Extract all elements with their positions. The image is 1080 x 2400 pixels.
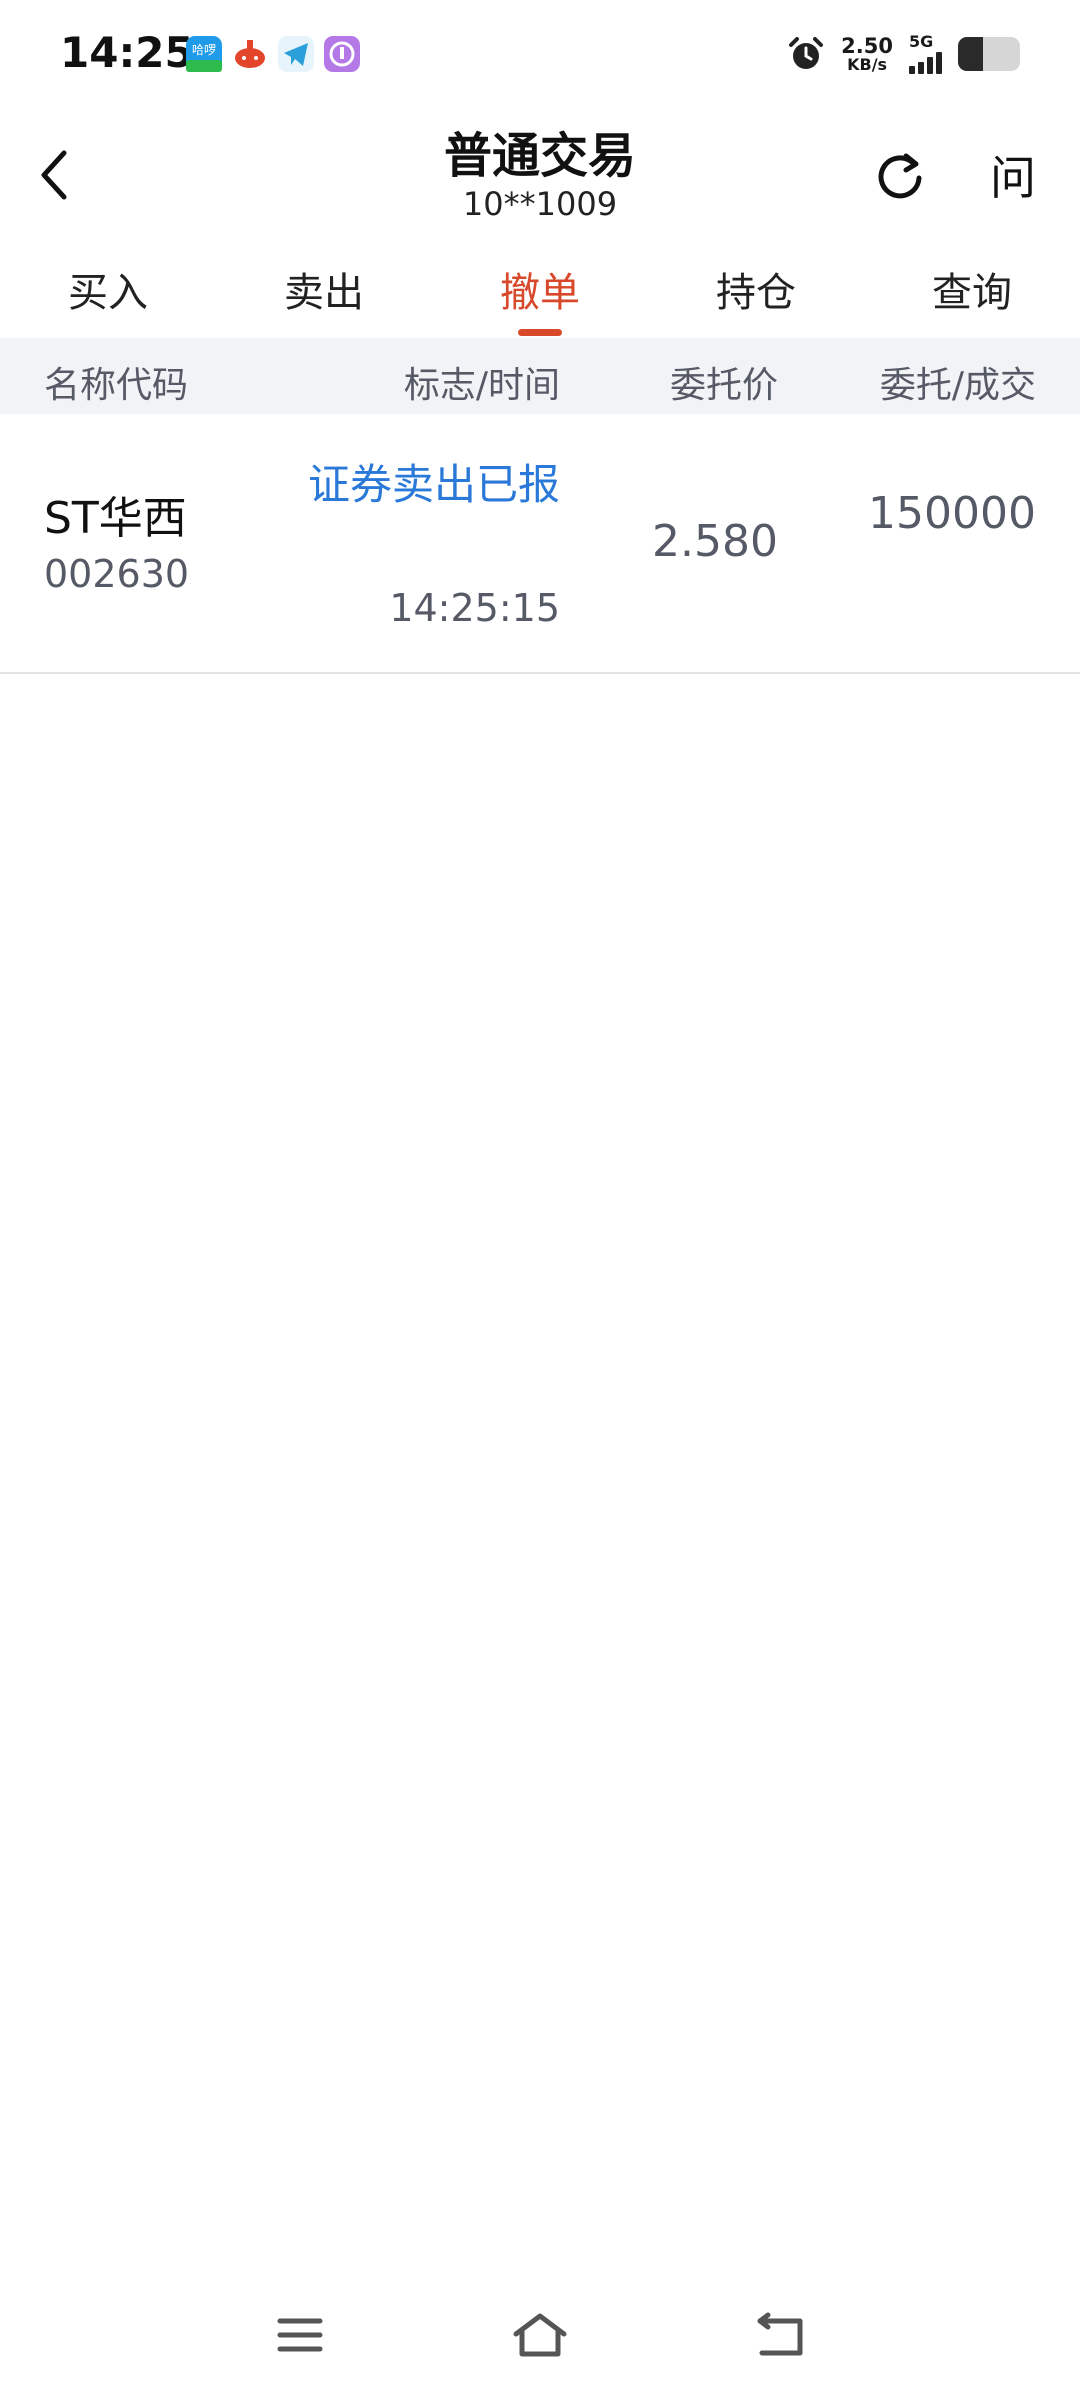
system-nav-bar <box>0 2280 1080 2400</box>
stock-name: ST华西 <box>44 493 187 544</box>
signal-bars-icon <box>909 50 942 74</box>
net-speed-unit: KB/s <box>847 54 888 74</box>
status-time: 14:25 <box>60 28 194 77</box>
alarm-icon <box>789 37 824 69</box>
network-type: 5G <box>909 32 934 51</box>
table-row[interactable]: ST华西 002630 证券卖出已报 14:25:15 2.580 150000 <box>0 414 1080 674</box>
table-header: 名称代码 标志/时间 委托价 委托/成交 <box>0 338 1080 414</box>
tab-buy[interactable]: 买入 <box>0 250 216 336</box>
red-app-icon <box>232 36 268 72</box>
notification-icons: 哈啰 <box>186 36 360 72</box>
telegram-icon <box>278 36 314 72</box>
header: 普通交易 10**1009 问 <box>0 110 1080 240</box>
order-qty: 150000 <box>868 488 1036 539</box>
menu-button[interactable] <box>260 2300 340 2370</box>
system-icons: 2.50 KB/s 5G <box>787 34 1020 74</box>
ask-button[interactable]: 问 <box>990 142 1036 208</box>
refresh-icon <box>878 153 922 199</box>
menu-icon <box>277 2318 323 2352</box>
battery-level <box>958 37 983 71</box>
tab-sell[interactable]: 卖出 <box>216 250 432 336</box>
refresh-button[interactable] <box>870 146 930 206</box>
hello-bike-icon: 哈啰 <box>186 36 222 72</box>
column-price: 委托价 <box>669 365 778 406</box>
order-price: 2.580 <box>652 516 778 567</box>
stock-code: 002630 <box>44 552 190 596</box>
home-icon <box>513 2313 567 2357</box>
tab-cancel-order[interactable]: 撤单 <box>432 250 648 336</box>
purple-app-icon <box>324 36 360 72</box>
svg-text:哈啰: 哈啰 <box>192 43 216 57</box>
net-speed: 2.50 KB/s <box>841 33 893 74</box>
back-nav-button[interactable] <box>740 2300 820 2370</box>
status-bar: 14:25 哈啰 2.50 KB/s 5G <box>0 0 1080 110</box>
order-status: 证券卖出已报 <box>307 460 560 509</box>
net-speed-value: 2.50 <box>841 33 893 58</box>
order-time: 14:25:15 <box>389 586 560 630</box>
column-name-code: 名称代码 <box>44 365 189 406</box>
back-icon <box>757 2312 803 2356</box>
signal-indicator: 5G <box>909 34 942 74</box>
tab-query[interactable]: 查询 <box>864 250 1080 336</box>
tab-bar: 买入 卖出 撤单 持仓 查询 <box>0 250 1080 336</box>
column-qty: 委托/成交 <box>879 365 1036 406</box>
column-flag-time: 标志/时间 <box>403 365 560 406</box>
battery-icon <box>958 37 1020 71</box>
tab-positions[interactable]: 持仓 <box>648 250 864 336</box>
home-button[interactable] <box>500 2300 580 2370</box>
